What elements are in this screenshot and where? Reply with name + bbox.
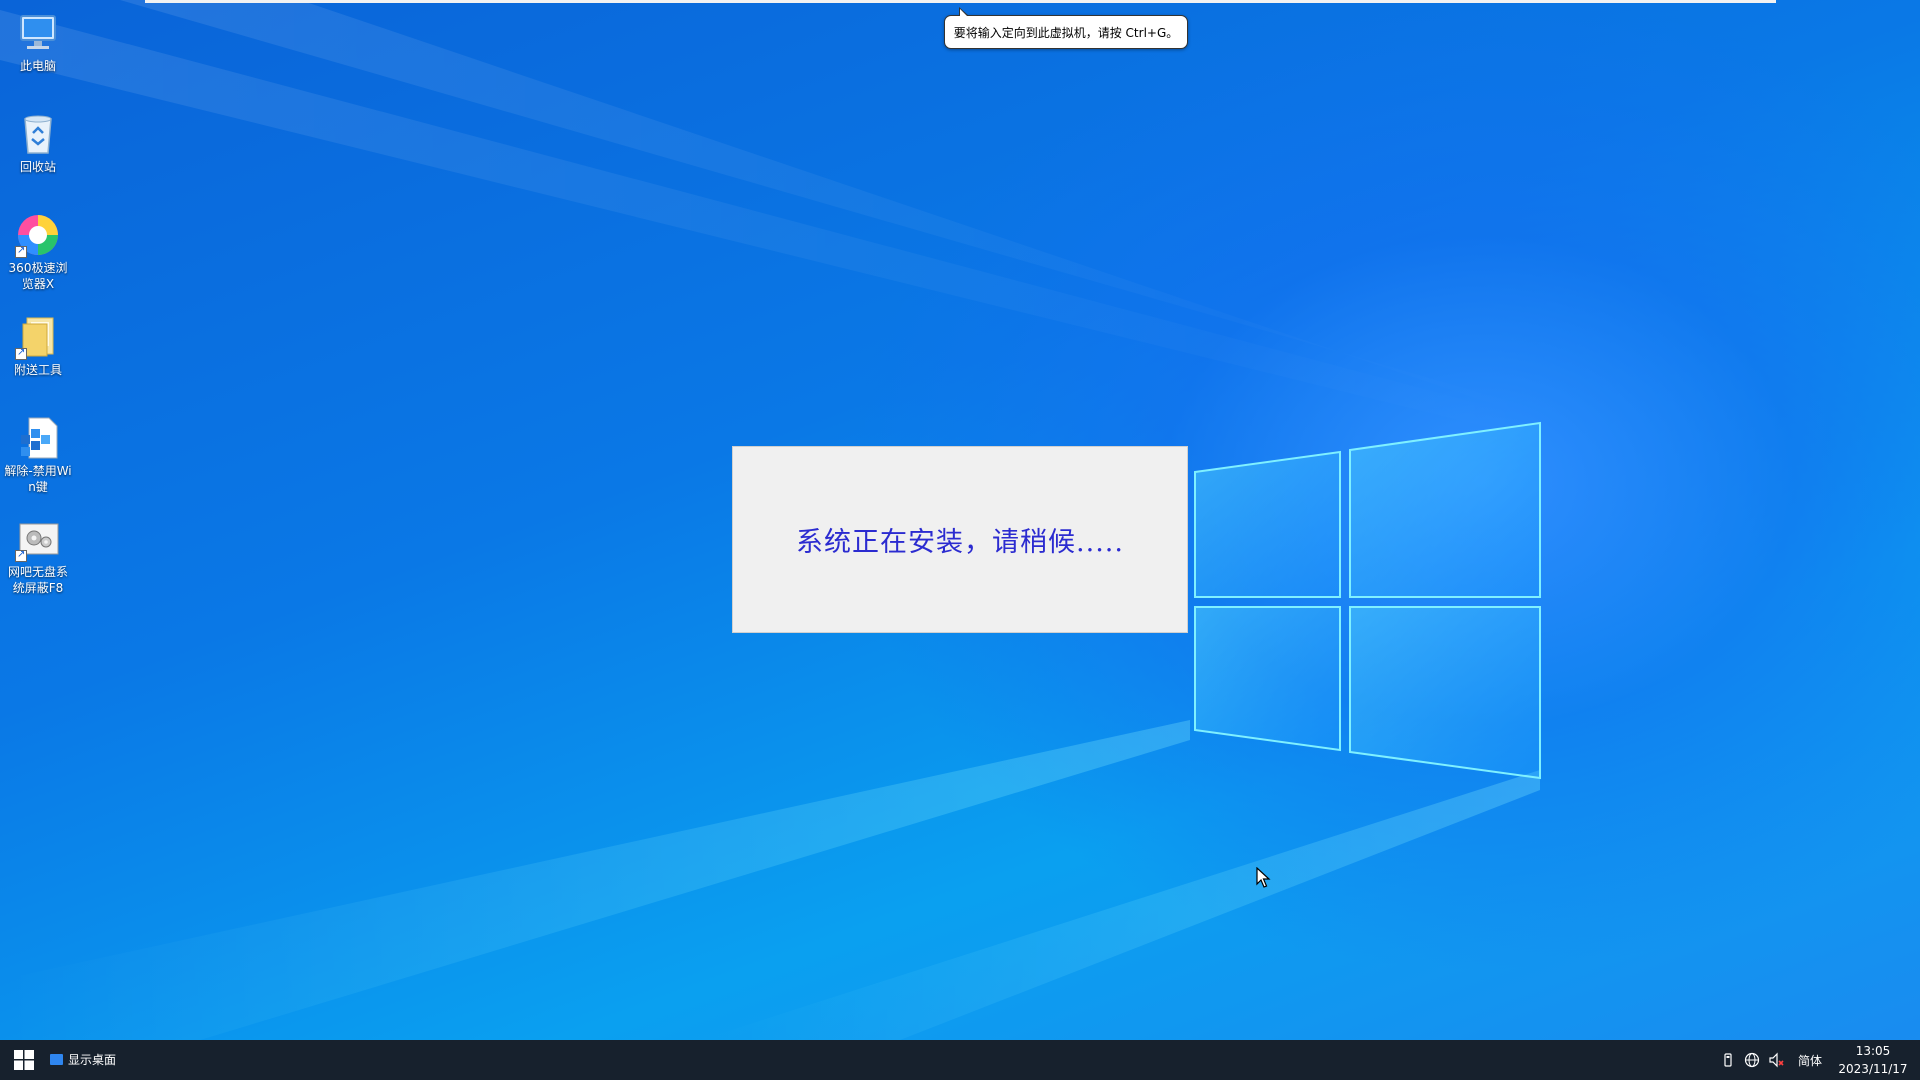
- desktop-icon-this-pc[interactable]: 此电脑: [2, 4, 74, 74]
- vm-top-bar: [145, 0, 1776, 3]
- install-message: 系统正在安装，请稍候.....: [796, 527, 1124, 558]
- usb-icon[interactable]: [1720, 1052, 1736, 1068]
- settings-file-icon: [15, 516, 61, 563]
- desktop: 要将输入定向到此虚拟机，请按 Ctrl+G。 此电脑 回收站 ↗ 360极速浏览…: [0, 0, 1920, 1040]
- desktop-icon-label: 网吧无盘系统屏蔽F8: [7, 565, 68, 595]
- shortcut-arrow-icon: [15, 345, 27, 361]
- clock-date: 2023/11/17: [1838, 1062, 1908, 1076]
- desktop-icon-label: 附送工具: [13, 363, 62, 377]
- vm-input-tooltip-text: 要将输入定向到此虚拟机，请按 Ctrl+G。: [953, 25, 1179, 40]
- desktop-icon-label: 解除-禁用Win键: [4, 464, 72, 494]
- shortcut-arrow-icon: [15, 243, 27, 259]
- windows-start-icon: [14, 1050, 34, 1070]
- start-button[interactable]: [0, 1040, 48, 1080]
- vm-input-tooltip: 要将输入定向到此虚拟机，请按 Ctrl+G。: [944, 7, 1188, 49]
- desktop-icon-label: 回收站: [19, 160, 56, 174]
- browser-360-icon: [15, 212, 61, 259]
- computer-icon: [15, 10, 61, 56]
- system-tray: 简体 13:05 2023/11/17: [1716, 1040, 1920, 1080]
- desktop-icon-tools-folder[interactable]: 附送工具: [2, 308, 74, 378]
- install-progress-dialog: 系统正在安装，请稍候.....: [732, 446, 1188, 633]
- show-desktop-label: 显示桌面: [68, 1052, 117, 1067]
- show-desktop-button[interactable]: 显示桌面: [50, 1048, 116, 1070]
- registry-icon: [15, 415, 61, 461]
- recycle-bin-icon: [15, 111, 61, 157]
- ime-indicator[interactable]: 简体: [1798, 1052, 1822, 1069]
- desktop-icon-label: 360极速浏览器X: [8, 261, 68, 291]
- shortcut-arrow-icon: [15, 547, 27, 563]
- folder-icon: [15, 314, 61, 361]
- desktop-icon-win-key[interactable]: 解除-禁用Win键: [2, 409, 74, 495]
- mouse-cursor-icon: [1256, 867, 1271, 888]
- desktop-icon-recycle-bin[interactable]: 回收站: [2, 105, 74, 175]
- taskbar: 显示桌面 简体 13:05 2023/11/17: [0, 1040, 1920, 1080]
- speaker-muted-icon[interactable]: [1768, 1052, 1784, 1068]
- desktop-icon-netcafe-f8[interactable]: 网吧无盘系统屏蔽F8: [2, 510, 74, 596]
- desktop-icon-360-browser[interactable]: 360极速浏览器X: [2, 206, 74, 292]
- desktop-icon-label: 此电脑: [19, 59, 56, 73]
- clock[interactable]: 13:05 2023/11/17: [1832, 1042, 1914, 1078]
- windows-logo-wallpaper: [1194, 421, 1541, 780]
- network-globe-icon[interactable]: [1744, 1052, 1760, 1068]
- clock-time: 13:05: [1855, 1044, 1891, 1058]
- desktop-icon: [50, 1053, 63, 1065]
